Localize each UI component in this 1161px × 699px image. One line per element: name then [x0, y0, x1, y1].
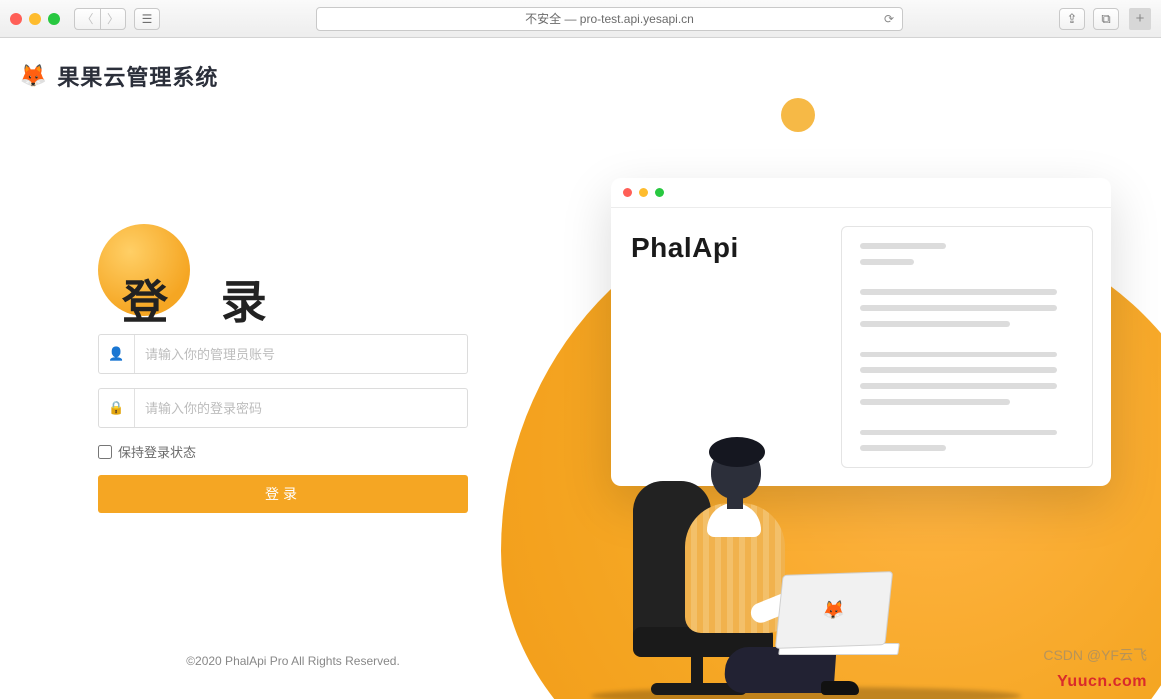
watermark-csdn: CSDN @YF云飞 [1043, 645, 1147, 665]
brand-header: 🦊 果果云管理系统 [20, 60, 218, 92]
brand-title: 果果云管理系统 [57, 60, 218, 92]
accent-dot [781, 98, 815, 132]
back-button[interactable]: 〈 [74, 8, 100, 30]
password-field-wrap: 🔒 [98, 388, 468, 428]
browser-chrome: 〈 〉 ☰ 不安全 — pro-test.api.yesapi.cn ⟳ ⇪ ⧉… [0, 0, 1161, 38]
window-controls [10, 13, 60, 25]
share-button[interactable]: ⇪ [1059, 8, 1085, 30]
illustration-area: PhalApi [501, 38, 1161, 699]
nav-buttons: 〈 〉 [74, 8, 126, 30]
close-window-icon[interactable] [10, 13, 22, 25]
copyright-text: ©2020 PhalApi Pro All Rights Reserved. [138, 654, 448, 668]
card-titlebar [611, 178, 1111, 208]
watermark-site: Yuucn.com [1057, 673, 1147, 691]
sidebar-toggle-button[interactable]: ☰ [134, 8, 160, 30]
password-input[interactable] [135, 389, 467, 427]
address-bar[interactable]: 不安全 — pro-test.api.yesapi.cn ⟳ [316, 7, 903, 31]
minimize-window-icon[interactable] [29, 13, 41, 25]
page-viewport: 🦊 果果云管理系统 登 录 👤 🔒 保持登录状态 登录 ©2020 PhalAp… [0, 38, 1161, 699]
remember-label: 保持登录状态 [118, 442, 196, 461]
brand-logo-icon: 🦊 [20, 63, 47, 89]
login-form: 登 录 👤 🔒 保持登录状态 登录 ©2020 PhalApi Pro All … [98, 224, 468, 513]
reload-icon[interactable]: ⟳ [884, 12, 894, 26]
laptop-logo-icon: 🦊 [822, 599, 847, 621]
username-input[interactable] [135, 335, 467, 373]
remember-checkbox[interactable] [98, 445, 112, 459]
card-dot-yellow [639, 188, 648, 197]
maximize-window-icon[interactable] [48, 13, 60, 25]
illustration-person: 🦊 [629, 395, 889, 695]
login-button[interactable]: 登录 [98, 475, 468, 513]
lock-icon: 🔒 [99, 389, 135, 427]
url-text: 不安全 — pro-test.api.yesapi.cn [525, 10, 694, 27]
illustration-title: PhalApi [631, 232, 821, 264]
new-tab-button[interactable]: + [1129, 8, 1151, 30]
card-dot-red [623, 188, 632, 197]
tabs-button[interactable]: ⧉ [1093, 8, 1119, 30]
login-heading: 登 录 [122, 266, 287, 332]
user-icon: 👤 [99, 335, 135, 373]
card-dot-green [655, 188, 664, 197]
remember-me[interactable]: 保持登录状态 [98, 442, 468, 461]
forward-button[interactable]: 〉 [100, 8, 126, 30]
username-field-wrap: 👤 [98, 334, 468, 374]
